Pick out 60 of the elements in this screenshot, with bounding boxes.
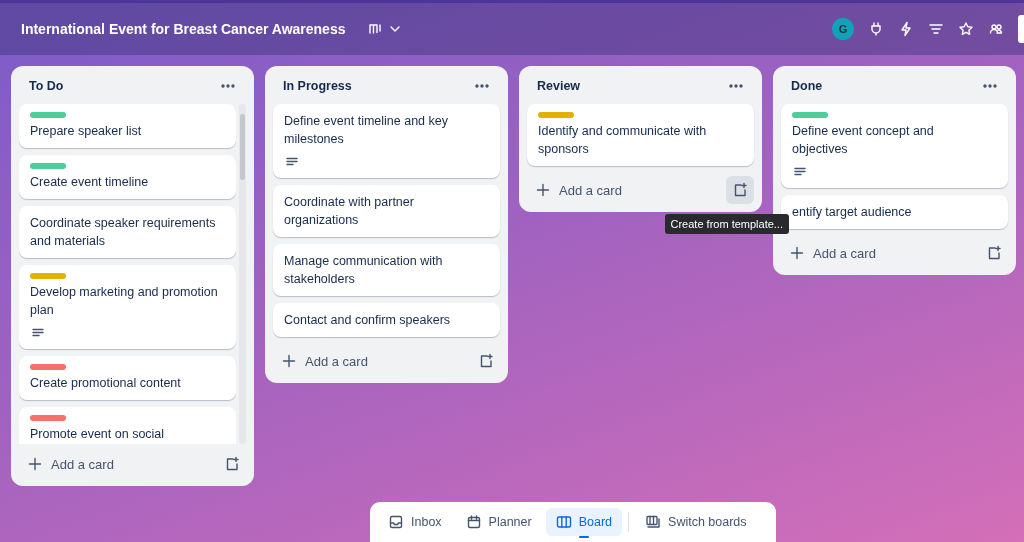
board-title: International Event for Breast Cancer Awareness: [21, 21, 346, 37]
task-card[interactable]: Contact and confirm speakers: [273, 303, 500, 337]
task-card[interactable]: Create event timeline: [19, 155, 236, 199]
card-title: Coordinate with partner organizations: [284, 194, 415, 229]
card-title: Identify and communicate with sponsors: [538, 123, 708, 158]
task-card[interactable]: Develop marketing and promotion plan: [19, 265, 236, 349]
inbox-icon: [388, 514, 404, 530]
card-title: Create promotional content: [30, 375, 182, 392]
people-icon: [988, 21, 1004, 37]
switch-boards-icon: [645, 514, 662, 530]
task-card[interactable]: Create promotional content: [19, 356, 236, 400]
card-title: Contact and confirm speakers: [284, 312, 452, 329]
template-icon: [732, 182, 748, 198]
task-card[interactable]: Coordinate speaker requirements and materials: [19, 206, 236, 258]
scrollbar[interactable]: [239, 104, 246, 444]
star-icon: [958, 21, 974, 37]
task-card[interactable]: entify target audience: [781, 195, 1008, 229]
card-title: Develop marketing and promotion plan: [30, 284, 218, 319]
task-card[interactable]: Identify and communicate with sponsors: [527, 104, 754, 166]
task-card[interactable]: Prepare speaker list: [19, 104, 236, 148]
card-title: Define event timeline and key milestones: [284, 113, 449, 148]
template-icon: [224, 456, 240, 472]
board-view-icon: [367, 21, 384, 37]
board-icon: [555, 514, 572, 530]
template-icon: [478, 353, 494, 369]
card-title: Prepare speaker list: [30, 123, 143, 140]
card-title: Create event timeline: [30, 174, 150, 191]
filter-icon: [928, 21, 944, 37]
add-card-button[interactable]: Add a card: [23, 452, 118, 476]
card-title: entify target audience: [792, 204, 913, 221]
nav-tab[interactable]: Inbox: [378, 508, 452, 536]
template-button[interactable]: [726, 176, 754, 204]
task-card[interactable]: Define event concept and objectives: [781, 104, 1008, 188]
plus-icon: [27, 456, 43, 472]
task-card[interactable]: Define event timeline and key milestones: [273, 104, 500, 178]
calendar-icon: [465, 514, 482, 530]
tooltip: Create from template...: [664, 214, 789, 234]
add-card-button[interactable]: Add a card: [277, 349, 372, 373]
card-title: Promote event on social: [30, 426, 166, 443]
plus-icon: [535, 182, 551, 198]
plus-icon: [281, 353, 297, 369]
nav-tab[interactable]: Board: [545, 508, 623, 536]
add-card-button[interactable]: Add a card: [531, 178, 626, 202]
list-title: In Progress: [283, 79, 352, 93]
template-icon: [986, 245, 1002, 261]
card-title: Manage communication with stakeholders: [284, 253, 444, 288]
list-title: To Do: [29, 79, 64, 93]
list-title: Review: [537, 79, 581, 93]
list-title: Done: [791, 79, 823, 93]
task-card[interactable]: Promote event on social: [19, 407, 236, 444]
task-card[interactable]: Coordinate with partner organizations: [273, 185, 500, 237]
card-title: Define event concept and objectives: [792, 123, 935, 158]
plus-icon: [789, 245, 805, 261]
nav-tab[interactable]: Planner: [455, 508, 542, 536]
nav-tab[interactable]: Switch boards: [635, 508, 757, 536]
add-card-button[interactable]: Add a card: [785, 241, 880, 265]
task-card[interactable]: Manage communication with stakeholders: [273, 244, 500, 296]
plug-icon: [868, 21, 884, 37]
card-title: Coordinate speaker requirements and materials: [30, 215, 217, 250]
user-avatar[interactable]: G: [832, 18, 854, 40]
